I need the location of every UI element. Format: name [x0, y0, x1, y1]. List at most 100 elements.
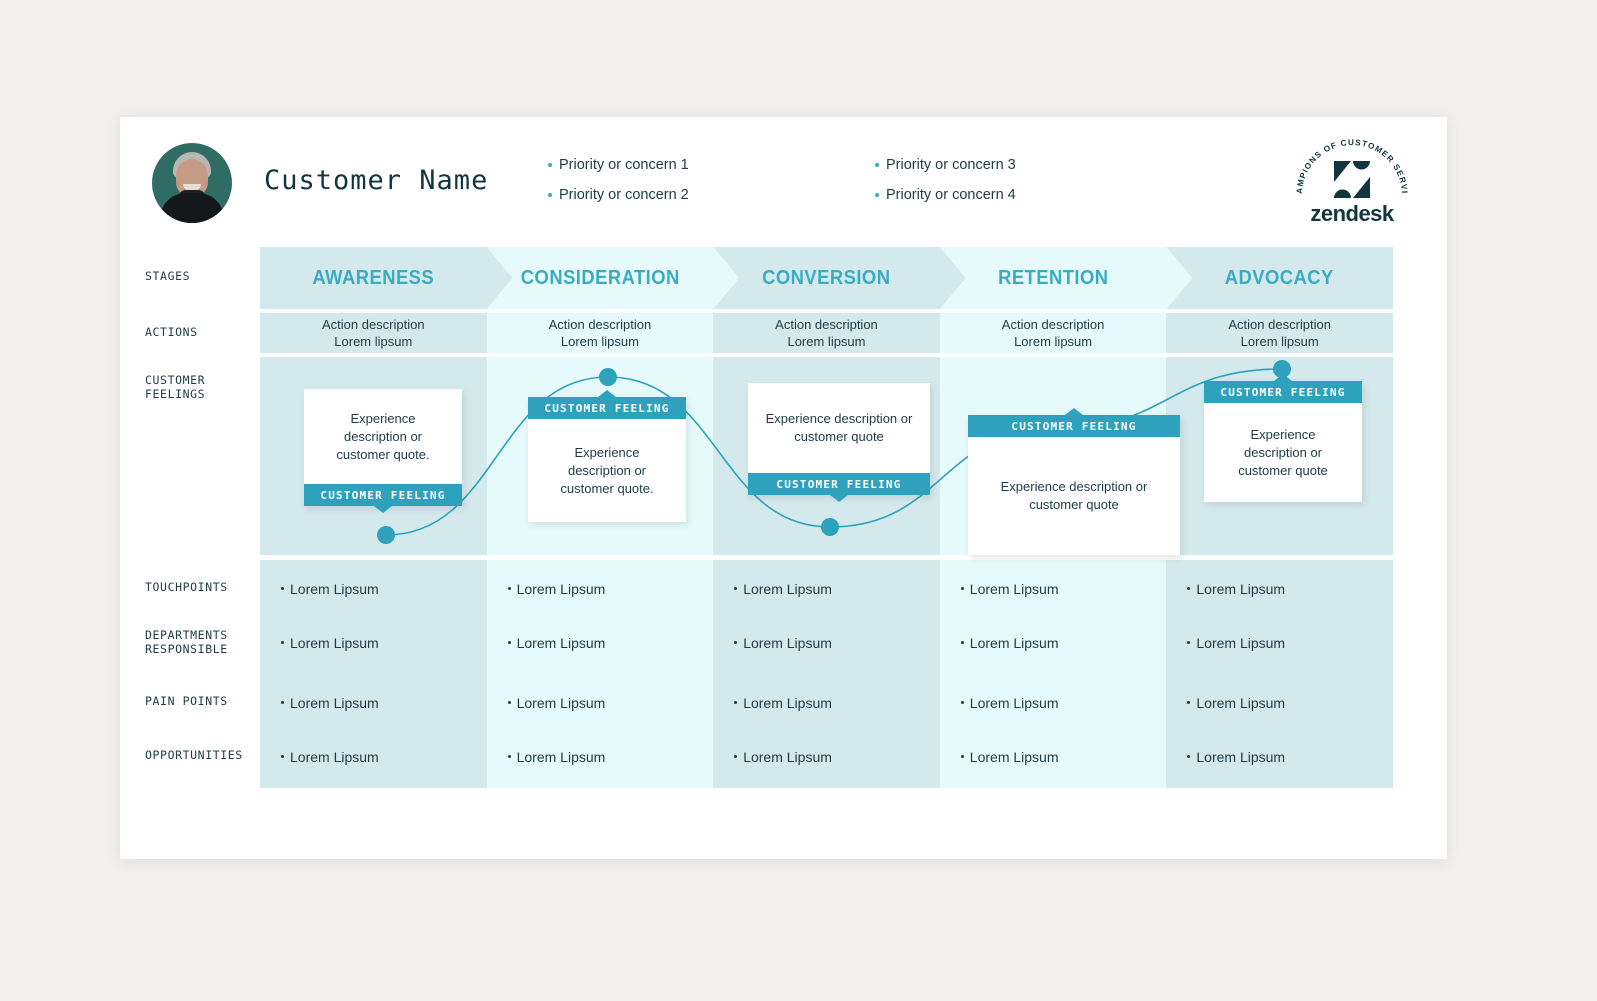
list-item-cell[interactable]: Lorem Lipsum	[1166, 728, 1393, 785]
bullet-icon	[507, 587, 511, 590]
list-item-label: Lorem Lipsum	[743, 634, 832, 651]
list-item: Lorem Lipsum	[960, 748, 1059, 765]
list-item-cell[interactable]: Lorem Lipsum	[487, 674, 714, 731]
list-item-cell[interactable]: Lorem Lipsum	[1166, 614, 1393, 671]
stage-chevron-advocacy[interactable]: ADVOCACY	[1166, 247, 1393, 309]
list-item: Lorem Lipsum	[507, 635, 605, 651]
customer-feeling-bar: CUSTOMER FEELING	[748, 473, 930, 495]
list-item-cell[interactable]: Lorem Lipsum	[487, 728, 714, 785]
action-cell[interactable]: Action description Lorem lipsum	[486, 313, 714, 353]
customer-feeling-bar: CUSTOMER FEELING	[304, 484, 462, 506]
list-item-label: Lorem Lipsum	[1196, 694, 1286, 711]
list-item-label: Lorem Lipsum	[969, 748, 1059, 765]
stage-chevron-awareness[interactable]: AWARENESS	[260, 247, 513, 309]
customer-feeling-bar: CUSTOMER FEELING	[528, 397, 686, 419]
priority-label: Priority or concern 3	[886, 157, 1016, 173]
priority-label: Priority or concern 1	[559, 157, 689, 173]
action-cell[interactable]: Action description Lorem lipsum	[939, 313, 1167, 353]
list-item: Lorem Lipsum	[281, 635, 379, 651]
bullet-icon	[548, 193, 552, 197]
list-item-cell[interactable]: Lorem Lipsum	[1166, 560, 1393, 617]
customer-feeling-card[interactable]: Experience description or customer quote…	[748, 383, 930, 495]
zendesk-wordmark: zendesk	[1310, 201, 1394, 226]
list-item-label: Lorem Lipsum	[969, 694, 1059, 711]
list-item-label: Lorem Lipsum	[1196, 580, 1286, 597]
departments-row: Lorem Lipsum Lorem Lipsum Lorem Lipsum Lore…	[260, 614, 1393, 671]
stage-label: CONVERSION	[762, 266, 891, 289]
list-item-cell[interactable]: Lorem Lipsum	[940, 728, 1167, 785]
stage-label: RETENTION	[997, 266, 1109, 289]
list-item-cell[interactable]: Lorem Lipsum	[940, 560, 1167, 617]
list-item-cell[interactable]: Lorem Lipsum	[713, 560, 940, 617]
list-item-cell[interactable]: Lorem Lipsum	[940, 614, 1167, 671]
row-label-customer-feelings: CUSTOMER FEELINGS	[145, 373, 206, 401]
list-item-cell[interactable]: Lorem Lipsum	[260, 674, 487, 731]
list-item: Lorem Lipsum	[281, 581, 379, 597]
action-line-1: Action description	[548, 317, 652, 332]
action-line-2: Lorem lipsum	[1240, 334, 1319, 349]
customer-feeling-card[interactable]: CUSTOMER FEELING Experience description o…	[1204, 381, 1362, 502]
list-item: Lorem Lipsum	[960, 580, 1059, 597]
bullet-icon	[281, 755, 284, 758]
action-line-1: Action description	[321, 317, 425, 332]
list-item-label: Lorem Lipsum	[969, 580, 1059, 597]
list-item: Lorem Lipsum	[1187, 749, 1285, 765]
customer-feeling-card[interactable]: Experience description or customer quote…	[304, 389, 462, 506]
list-item-label: Lorem Lipsum	[743, 580, 832, 597]
priority-item: Priority or concern 2	[548, 187, 689, 203]
list-item: Lorem Lipsum	[960, 635, 1059, 651]
list-item-cell[interactable]: Lorem Lipsum	[487, 560, 714, 617]
list-item-label: Lorem Lipsum	[743, 694, 832, 711]
customer-feeling-bar: CUSTOMER FEELING	[968, 415, 1180, 437]
customer-feeling-card[interactable]: CUSTOMER FEELING Experience description o…	[528, 397, 686, 522]
list-item-cell[interactable]: Lorem Lipsum	[487, 614, 714, 671]
pain-points-row: Lorem Lipsum Lorem Lipsum Lorem Lipsum Lore…	[260, 674, 1393, 731]
journey-map-page: Customer Name Priority or concern 1 Prio…	[120, 117, 1447, 859]
row-label-actions: ACTIONS	[145, 325, 198, 339]
row-label-pain-points: PAIN POINTS	[145, 694, 228, 708]
stage-label: AWARENESS	[312, 266, 435, 289]
list-item-label: Lorem Lipsum	[290, 694, 379, 711]
bullet-icon	[734, 587, 738, 590]
bullet-icon	[734, 755, 738, 758]
customer-feeling-text: Experience description or customer quote…	[336, 410, 430, 462]
list-item-cell[interactable]: Lorem Lipsum	[940, 674, 1167, 731]
priorities-column-left: Priority or concern 1 Priority or concer…	[548, 157, 689, 217]
bullet-icon	[960, 701, 964, 704]
customer-feeling-bar: CUSTOMER FEELING	[1204, 381, 1362, 403]
list-item: Lorem Lipsum	[1187, 581, 1285, 597]
bullet-icon	[1187, 587, 1191, 590]
customer-feeling-card[interactable]: CUSTOMER FEELING Experience description o…	[968, 415, 1180, 555]
action-line-2: Lorem lipsum	[1014, 334, 1093, 349]
bullet-icon	[734, 641, 738, 644]
list-item: Lorem Lipsum	[960, 694, 1059, 711]
action-line-1: Action description	[775, 317, 878, 332]
list-item-cell[interactable]: Lorem Lipsum	[260, 560, 487, 617]
list-item: Lorem Lipsum	[1187, 695, 1285, 711]
list-item: Lorem Lipsum	[734, 749, 832, 765]
list-item-label: Lorem Lipsum	[516, 748, 606, 765]
bullet-icon	[281, 587, 284, 590]
bullet-icon	[960, 755, 964, 758]
list-item-cell[interactable]: Lorem Lipsum	[260, 614, 487, 671]
action-cell[interactable]: Action description Lorem lipsum	[260, 313, 487, 353]
action-line-2: Lorem lipsum	[787, 334, 866, 349]
list-item: Lorem Lipsum	[507, 748, 606, 765]
stage-chevron-conversion[interactable]: CONVERSION	[713, 247, 966, 309]
bullet-icon	[875, 193, 879, 197]
bullet-icon	[507, 641, 511, 644]
list-item-cell[interactable]: Lorem Lipsum	[1166, 674, 1393, 731]
stage-chevron-consideration[interactable]: CONSIDERATION	[486, 247, 740, 309]
avatar	[152, 143, 232, 223]
list-item-cell[interactable]: Lorem Lipsum	[713, 728, 940, 785]
list-item-cell[interactable]: Lorem Lipsum	[713, 614, 940, 671]
list-item-cell[interactable]: Lorem Lipsum	[260, 728, 487, 785]
bullet-icon	[734, 701, 738, 704]
action-cell[interactable]: Action description Lorem lipsum	[713, 313, 940, 353]
stage-chevron-retention[interactable]: RETENTION	[939, 247, 1193, 309]
page-title: Customer Name	[264, 165, 489, 196]
row-label-departments-responsible: DEPARTMENTS RESPONSIBLE	[145, 628, 228, 656]
list-item-cell[interactable]: Lorem Lipsum	[713, 674, 940, 731]
list-item: Lorem Lipsum	[281, 749, 379, 765]
action-cell[interactable]: Action description Lorem lipsum	[1166, 313, 1393, 353]
